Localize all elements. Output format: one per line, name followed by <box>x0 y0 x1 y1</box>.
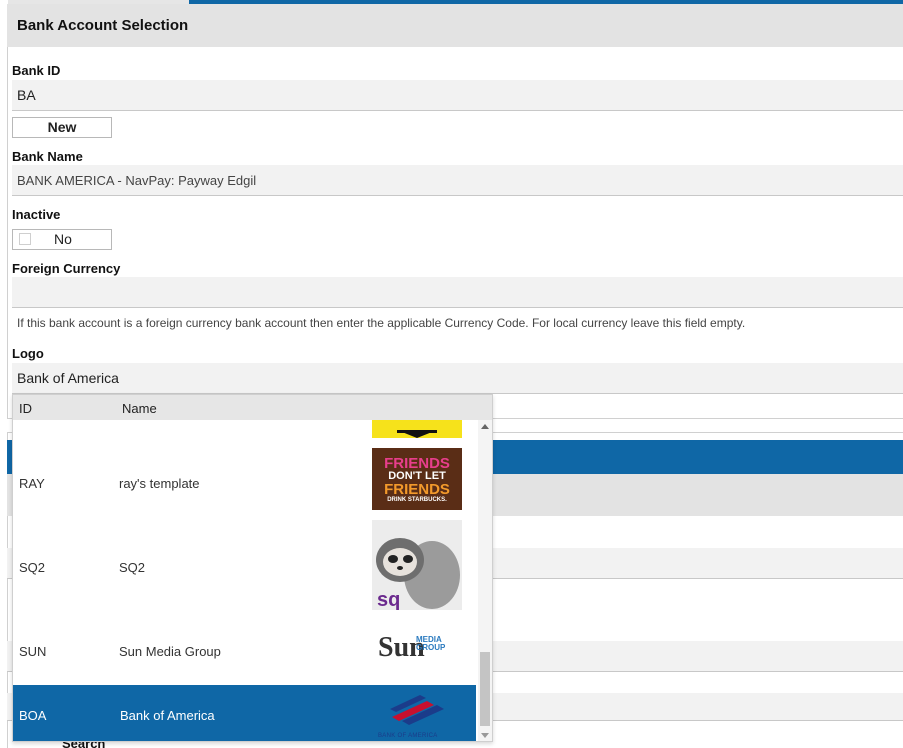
bank-of-america-logo-icon: BANK OF AMERICA <box>372 689 462 741</box>
list-item-name: SQ2 <box>119 560 146 575</box>
logo-text: BANK OF AMERICA <box>378 733 438 739</box>
section-title: Bank Account Selection <box>17 17 189 34</box>
logo-label: Logo <box>12 346 44 361</box>
new-button[interactable]: New <box>12 117 112 138</box>
foreign-currency-label: Foreign Currency <box>12 261 121 276</box>
list-item-name: Bank of America <box>120 708 215 723</box>
logo-text: sq <box>377 589 400 610</box>
logo-select[interactable]: Bank of America <box>12 363 903 394</box>
list-item-name: ray's template <box>119 476 200 491</box>
scroll-up-arrow-icon[interactable] <box>481 424 489 429</box>
list-item-selected[interactable]: BOA Bank of America BANK OF AMERICA <box>13 685 476 741</box>
dropdown-header: ID Name <box>13 395 492 420</box>
foreign-currency-field[interactable] <box>12 277 903 308</box>
list-item-id: RAY <box>19 476 45 491</box>
logo-text: DRINK STARBUCKS. <box>387 496 447 503</box>
scroll-down-arrow-icon[interactable] <box>481 733 489 738</box>
scroll-thumb[interactable] <box>480 652 490 726</box>
inactive-label: Inactive <box>12 207 61 222</box>
logo-text: DON'T LET <box>388 469 446 482</box>
bank-name-label: Bank Name <box>12 149 83 164</box>
inactive-toggle[interactable]: No <box>12 229 112 250</box>
bank-id-field[interactable]: BA <box>12 80 903 111</box>
logo-dropdown[interactable]: ID Name RAY ray's template FRIENDS DON'T… <box>12 394 493 742</box>
list-item-id: SUN <box>19 644 47 659</box>
friends-dont-let-friends-logo-icon: FRIENDS DON'T LET FRIENDS DRINK STARBUCK… <box>372 448 462 510</box>
column-header-id: ID <box>19 401 32 416</box>
list-item-id: BOA <box>19 708 47 723</box>
inactive-value: No <box>54 231 72 247</box>
logo-text: FRIENDS <box>384 480 450 498</box>
list-item-name: Sun Media Group <box>119 644 221 659</box>
list-item[interactable] <box>13 420 476 440</box>
bank-account-panel <box>7 4 903 419</box>
section-header: Bank Account Selection <box>7 4 903 47</box>
partial-logo-icon <box>372 420 462 438</box>
bank-id-label: Bank ID <box>12 63 61 78</box>
sloth-sq-logo-icon: sq <box>372 520 462 611</box>
list-item[interactable]: SUN Sun Media Group Sun MEDIA GROUP <box>13 610 476 694</box>
column-header-name: Name <box>122 401 157 416</box>
list-item[interactable]: RAY ray's template FRIENDS DON'T LET FRI… <box>13 442 476 526</box>
inactive-checkbox[interactable] <box>19 233 31 245</box>
logo-text: FRIENDS <box>384 454 450 472</box>
list-item-id: SQ2 <box>19 560 46 575</box>
logo-text: MEDIA GROUP <box>416 635 446 653</box>
foreign-currency-help: If this bank account is a foreign curren… <box>17 316 746 330</box>
dropdown-scrollbar[interactable] <box>478 420 492 741</box>
list-item[interactable]: SQ2 SQ2 sq <box>13 520 476 611</box>
dropdown-list: RAY ray's template FRIENDS DON'T LET FRI… <box>13 420 476 741</box>
sun-media-group-logo-icon: Sun MEDIA GROUP <box>372 630 462 666</box>
bank-name-field[interactable]: BANK AMERICA - NavPay: Payway Edgil <box>12 165 903 196</box>
